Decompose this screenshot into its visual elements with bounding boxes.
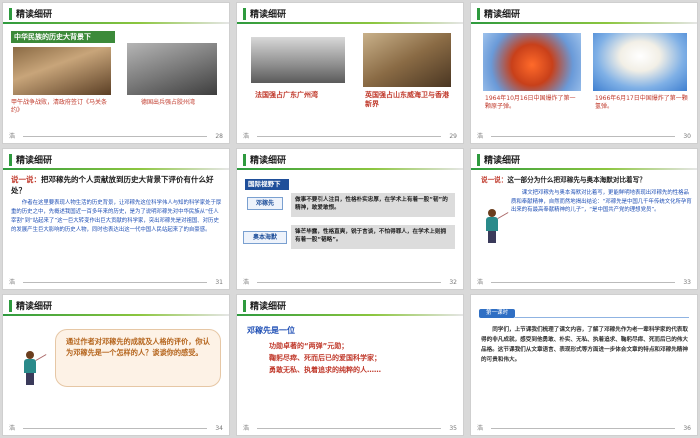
caption-atomic: 1964年10月16日中国爆炸了第一颗原子弹。 <box>485 95 576 110</box>
slide-footer: 浩 35 <box>243 425 457 432</box>
slide-33[interactable]: 精读细研 说一说：这一部分为什么把邓稼先与奥本海默对比着写？ 课文把邓稼先与奥本… <box>470 148 698 290</box>
troops-photo <box>127 43 217 95</box>
slide-number: 28 <box>215 133 223 140</box>
war-photo <box>13 47 111 95</box>
summary-title: 邓稼先是一位 <box>247 326 295 335</box>
guangzhouwan-photo <box>251 37 345 83</box>
slide-header: 精读细研 <box>3 295 229 317</box>
question: 说一说：这一部分为什么把邓稼先与奥本海默对比着写？ <box>481 176 646 184</box>
slide-footer: 浩 33 <box>477 279 691 286</box>
slide-footer: 浩 28 <box>9 133 223 140</box>
slide-header: 精读细研 <box>237 3 463 25</box>
atomic-bomb-photo <box>483 33 581 91</box>
lesson-tag: 第一课时 <box>479 309 515 318</box>
summary-line-1: 功勋卓著的“两弹”元勋； <box>269 342 349 350</box>
context-band: 国际视野下 <box>245 179 289 190</box>
slide-30[interactable]: 精读细研 1964年10月16日中国爆炸了第一颗原子弹。 1966年6月17日中… <box>470 2 698 144</box>
caption-hydrogen: 1966年6月17日中国爆炸了第一颗氢弹。 <box>595 95 688 110</box>
tag-line <box>515 317 689 318</box>
slide-header: 精读细研 <box>3 3 229 25</box>
hydrogen-bomb-photo <box>593 33 687 91</box>
slide-35[interactable]: 精读细研 邓稼先是一位 功勋卓著的“两弹”元勋； 鞠躬尽瘁、死而后已的爱国科学家… <box>236 294 464 436</box>
weihaiwei-photo <box>363 33 451 87</box>
slide-footer: 浩 32 <box>243 279 457 286</box>
label-oppenheimer: 奥本海默 <box>243 231 287 244</box>
slide-footer: 浩 31 <box>9 279 223 286</box>
slide-footer: 浩 29 <box>243 133 457 140</box>
slide-header: 精读细研 <box>471 149 697 171</box>
header-title: 精读细研 <box>16 10 53 20</box>
answer-text: 作者在这里要表现人物生活的历史背景，让邓稼先这位科学伟人与知的科学家处于厚重的历… <box>11 200 222 233</box>
caption-jiaozhou: 德国出兵强占胶州湾 <box>141 99 196 106</box>
caption-weihaiwei: 英国强占山东威海卫与香港新界 <box>365 91 449 108</box>
slide-31[interactable]: 精读细研 说一说：把邓稼先的个人贡献放到历史大背景下评价有什么好处？ 作者在这里… <box>2 148 230 290</box>
slide-header: 精读细研 <box>237 149 463 171</box>
question: 说一说：把邓稼先的个人贡献放到历史大背景下评价有什么好处？ <box>11 174 223 196</box>
label-deng: 邓稼先 <box>247 197 283 210</box>
slide-34[interactable]: 精读细研 通过作者对邓稼先的成就及人格的评价，你认为邓稼先是一个怎样的人？谈谈你… <box>2 294 230 436</box>
slide-footer: 浩 34 <box>9 425 223 432</box>
desc-oppenheimer: 锋芒毕露，性格直爽，锐于言谈，不怕得罪人，在学术上则拥有着一股“韬略”。 <box>291 225 455 249</box>
teacher-figure <box>483 209 509 243</box>
slide-header: 精读细研 <box>471 3 697 25</box>
slide-footer: 浩 30 <box>477 133 691 140</box>
question-prefix: 说一说： <box>11 175 41 184</box>
caption-guangzhouwan: 法国强占广东广州湾 <box>255 91 318 99</box>
slide-29[interactable]: 精读细研 法国强占广东广州湾 英国强占山东威海卫与香港新界 浩 29 <box>236 2 464 144</box>
intro-text: 同学们，上节课我们梳理了课文内容，了解了邓稼先作为老一辈科学家的代表取得的非凡成… <box>481 327 688 363</box>
slide-36[interactable]: 第一课时 同学们，上节课我们梳理了课文内容，了解了邓稼先作为老一辈科学家的代表取… <box>470 294 698 436</box>
desc-deng: 做事不要引人注目，性格朴实忠厚，在学术上有着一股“韧”的精神，敢爱敢恨。 <box>291 193 455 217</box>
speech-bubble: 通过作者对邓稼先的成就及人格的评价，你认为邓稼先是一个怎样的人？谈谈你的感受。 <box>55 329 221 387</box>
slide-header: 精读细研 <box>3 149 229 171</box>
slide-header: 精读细研 <box>237 295 463 317</box>
caption-treaty: 甲午战争战败，清政府签订《马关条约》 <box>11 99 108 114</box>
context-band: 中华民族的历史大背景下 <box>11 31 115 43</box>
teacher-figure <box>21 351 47 385</box>
slide-28[interactable]: 精读细研 中华民族的历史大背景下 甲午战争战败，清政府签订《马关条约》 德国出兵… <box>2 2 230 144</box>
question-text: 把邓稼先的个人贡献放到历史大背景下评价有什么好处？ <box>11 175 214 195</box>
summary-line-2: 鞠躬尽瘁、死而后已的爱国科学家； <box>269 354 381 362</box>
slide-32[interactable]: 精读细研 国际视野下 邓稼先 做事不要引人注目，性格朴实忠厚，在学术上有着一股“… <box>236 148 464 290</box>
answer-text: 课文把邓稼先与奥本海默对比着写，更能鲜明地表现出邓稼先的性格品质和奉献精神，自然… <box>511 190 692 214</box>
summary-line-3: 勇敢无私、执着追求的纯粹的人…… <box>269 366 381 374</box>
slide-footer: 浩 36 <box>477 425 691 432</box>
bubble-text: 通过作者对邓稼先的成就及人格的评价，你认为邓稼先是一个怎样的人？谈谈你的感受。 <box>66 337 210 357</box>
